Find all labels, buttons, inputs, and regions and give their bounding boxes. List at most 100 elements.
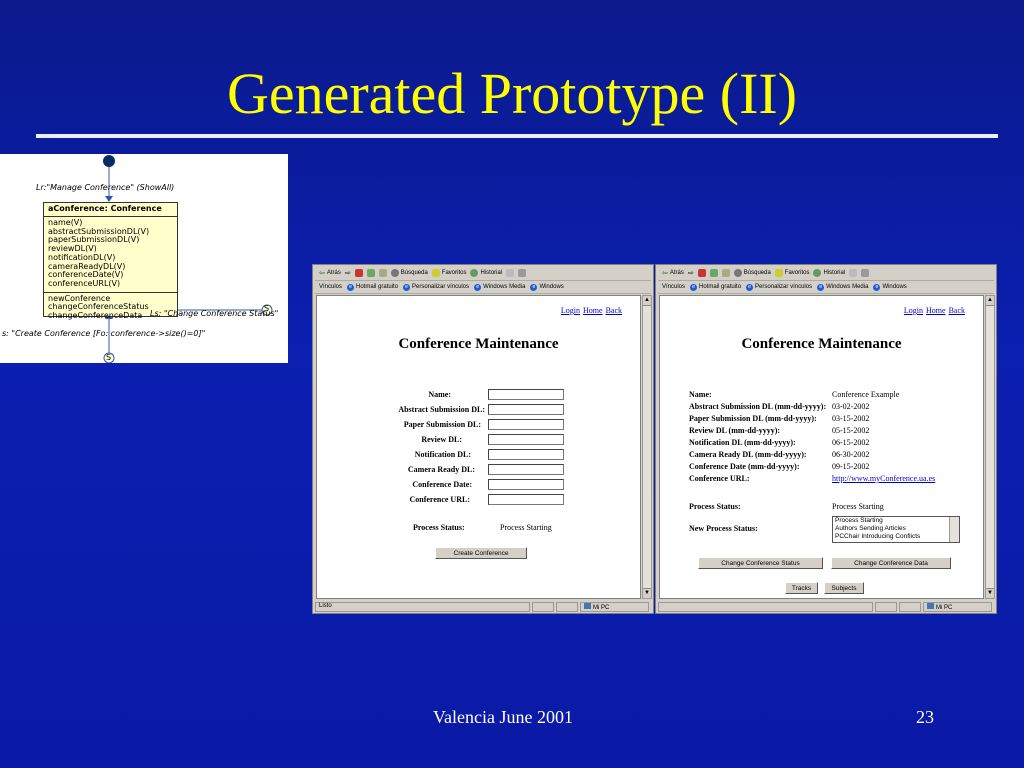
conference-url-input[interactable]: [488, 494, 564, 505]
home-button[interactable]: [721, 269, 730, 277]
refresh-button[interactable]: [709, 269, 718, 277]
favorites-button[interactable]: Favoritos: [431, 269, 466, 277]
favorites-button[interactable]: Favoritos: [774, 269, 809, 277]
name-input[interactable]: [488, 389, 564, 400]
favorites-icon: [774, 269, 783, 277]
back-link[interactable]: Back: [606, 306, 622, 315]
search-icon: [733, 269, 742, 277]
stop-button[interactable]: [354, 269, 363, 277]
stop-button[interactable]: [697, 269, 706, 277]
abstract-dl-input[interactable]: [488, 404, 564, 415]
scroll-up-icon[interactable]: ▲: [986, 296, 994, 306]
link-windows-media[interactable]: e Windows Media: [817, 283, 868, 291]
page-heading: Conference Maintenance: [741, 336, 902, 352]
process-status-value: Process Starting: [500, 523, 552, 532]
field-value: 09-15-2002: [832, 462, 870, 471]
uml-bottom-label: s: "Create Conference [Fo: conference->s…: [2, 329, 206, 338]
ie-link-icon: e: [474, 283, 482, 291]
status-option[interactable]: PCChair Introducing Conflicts: [833, 533, 959, 541]
link-label: Windows: [539, 284, 564, 290]
history-icon: [813, 269, 822, 277]
status-text: [658, 602, 873, 612]
link-label: Windows: [882, 284, 907, 290]
forward-button[interactable]: ⇨: [688, 269, 694, 277]
uml-operations: newConference changeConferenceStatus cha…: [44, 293, 177, 323]
vertical-scrollbar[interactable]: ▲ ▼: [985, 295, 995, 599]
scroll-down-icon[interactable]: ▼: [643, 588, 651, 598]
home-icon: [721, 269, 730, 277]
vertical-scrollbar[interactable]: ▲ ▼: [642, 295, 652, 599]
back-arrow-icon: ⇦: [319, 270, 325, 277]
home-link[interactable]: Home: [583, 306, 603, 315]
new-status-label: New Process Status:: [689, 524, 758, 533]
forward-button[interactable]: ⇨: [345, 269, 351, 277]
back-button[interactable]: ⇦ Atrás: [319, 269, 341, 277]
mail-button[interactable]: [506, 269, 515, 277]
links-bar: Vínculos e Hotmail gratuito e Personalizar…: [658, 281, 994, 294]
home-link[interactable]: Home: [926, 306, 946, 315]
search-button[interactable]: Búsqueda: [390, 269, 428, 277]
status-option[interactable]: Authors Sending Articles: [833, 525, 959, 533]
mail-icon: [506, 269, 515, 277]
home-button[interactable]: [378, 269, 387, 277]
history-button[interactable]: Historial: [470, 269, 502, 277]
notification-dl-input[interactable]: [488, 449, 564, 460]
links-label: Vínculos: [319, 284, 343, 290]
print-icon: [861, 269, 870, 277]
conference-date-input[interactable]: [488, 479, 564, 490]
link-hotmail[interactable]: e Hotmail gratuito: [347, 283, 398, 291]
paper-dl-input[interactable]: [488, 419, 564, 430]
print-button[interactable]: [518, 269, 527, 277]
conference-url-link[interactable]: http://www.myConference.ua.es: [832, 474, 935, 483]
status-cell: [875, 602, 897, 612]
tracks-button[interactable]: Tracks: [785, 582, 818, 594]
link-customize[interactable]: e Personalizar vínculos: [746, 283, 812, 291]
scroll-up-icon[interactable]: ▲: [643, 296, 651, 306]
camera-ready-dl-input[interactable]: [488, 464, 564, 475]
status-cell: [899, 602, 921, 612]
mail-button[interactable]: [849, 269, 858, 277]
browser-toolbar: ⇦ Atrás ⇨ Búsqueda Favoritos Historial: [658, 266, 994, 281]
back-link[interactable]: Back: [949, 306, 965, 315]
login-link[interactable]: Login: [561, 306, 580, 315]
forward-arrow-icon: ⇨: [687, 270, 694, 277]
subjects-button[interactable]: Subjects: [824, 582, 864, 594]
search-label: Búsqueda: [400, 270, 428, 276]
change-status-button[interactable]: Change Conference Status: [698, 557, 823, 569]
print-button[interactable]: [861, 269, 870, 277]
uml-diagram: S S Lr:"Manage Conference" (ShowAll) aCo…: [0, 154, 288, 363]
refresh-button[interactable]: [366, 269, 375, 277]
field-label: Review DL:: [421, 435, 462, 444]
login-link[interactable]: Login: [904, 306, 923, 315]
listbox-scrollbar[interactable]: [949, 517, 959, 542]
change-data-button[interactable]: Change Conference Data: [831, 557, 951, 569]
nav-links: Login Home Back: [558, 306, 622, 315]
search-button[interactable]: Búsqueda: [733, 269, 771, 277]
field-label: Paper Submission DL (mm-dd-yyyy):: [689, 414, 817, 423]
back-button[interactable]: ⇦ Atrás: [662, 269, 684, 277]
ie-link-icon: e: [746, 283, 754, 291]
create-conference-button[interactable]: Create Conference: [435, 547, 527, 559]
field-label: Name:: [689, 390, 712, 399]
history-label: Historial: [823, 270, 846, 276]
history-button[interactable]: Historial: [813, 269, 845, 277]
uml-top-label: Lr:"Manage Conference" (ShowAll): [36, 183, 175, 192]
field-label: Abstract Submission DL (mm-dd-yyyy):: [689, 402, 827, 411]
link-windows[interactable]: e Windows: [530, 283, 564, 291]
refresh-icon: [709, 269, 718, 277]
scroll-down-icon[interactable]: ▼: [986, 588, 994, 598]
new-status-listbox[interactable]: Process Starting Authors Sending Article…: [832, 516, 960, 543]
field-value: Conference Example: [832, 390, 900, 399]
link-windows-media[interactable]: e Windows Media: [474, 283, 525, 291]
field-label: Conference Date (mm-dd-yyyy):: [689, 462, 800, 471]
page-heading: Conference Maintenance: [398, 336, 559, 352]
link-customize[interactable]: e Personalizar vínculos: [403, 283, 469, 291]
link-hotmail[interactable]: e Hotmail gratuito: [690, 283, 741, 291]
ie-link-icon: e: [403, 283, 411, 291]
link-windows[interactable]: e Windows: [873, 283, 907, 291]
review-dl-input[interactable]: [488, 434, 564, 445]
links-bar: Vínculos e Hotmail gratuito e Personalizar…: [315, 281, 651, 294]
status-bar: Listo Mi PC: [315, 602, 651, 612]
status-option[interactable]: Process Starting: [833, 517, 959, 525]
uml-class-name: aConference: Conference: [44, 203, 177, 217]
